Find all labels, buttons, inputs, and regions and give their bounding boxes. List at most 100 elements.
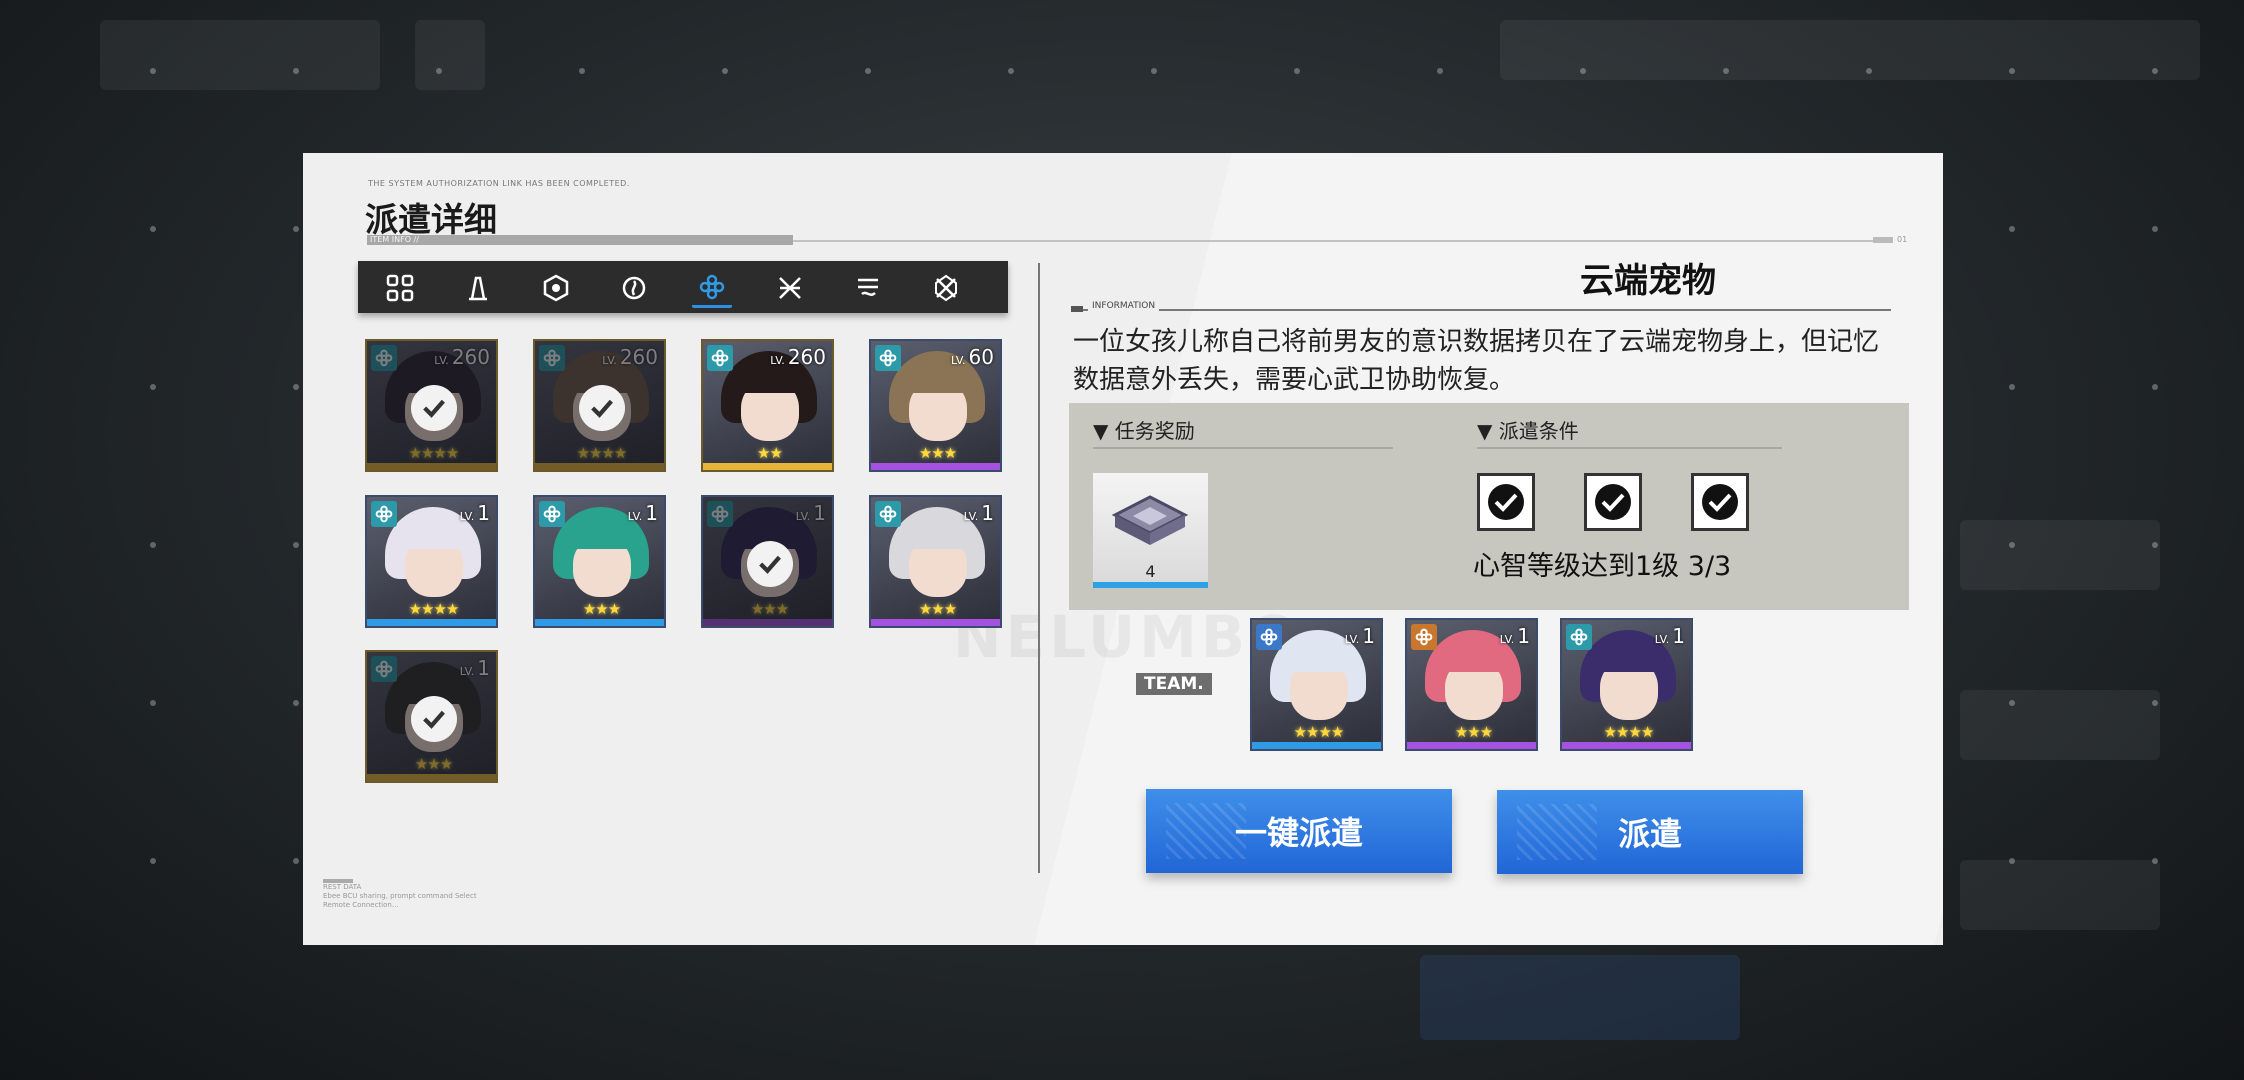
level-label: LV.1	[1500, 624, 1530, 648]
condition-header: ▼ 派遣条件	[1477, 419, 1579, 443]
background-dot	[293, 700, 299, 706]
rarity-bar	[871, 619, 1000, 626]
level-label: LV.1	[964, 501, 994, 525]
dispatched-check-icon	[747, 541, 793, 587]
roster-character-card[interactable]: LV.260★★★★	[365, 339, 498, 472]
filter-class-1[interactable]	[458, 268, 498, 308]
roster-character-card[interactable]: LV.1★★★	[869, 495, 1002, 628]
grid-icon	[386, 274, 414, 302]
rarity-stars: ★★	[757, 444, 783, 462]
roster-character-card[interactable]: LV.260★★★★	[533, 339, 666, 472]
level-value: 1	[1362, 624, 1375, 648]
class-icon	[1566, 624, 1592, 650]
reward-item[interactable]: 4	[1093, 473, 1208, 588]
background-dot	[293, 542, 299, 548]
rarity-stars: ★★★★	[1603, 723, 1655, 741]
rarity-bar	[703, 463, 832, 470]
background-dot	[1866, 68, 1872, 74]
level-prefix: LV.	[627, 510, 643, 523]
roster-character-card[interactable]: LV.1★★★	[365, 650, 498, 783]
dispatched-check-icon	[579, 385, 625, 431]
level-value: 1	[477, 501, 490, 525]
quick-dispatch-label: 一键派遣	[1234, 815, 1363, 851]
filter-all[interactable]	[380, 268, 420, 308]
filter-class-5[interactable]	[770, 268, 810, 308]
filter-class-7[interactable]	[926, 268, 966, 308]
portrait-fringe	[397, 527, 469, 549]
subtitle: ITEM INFO //	[370, 235, 419, 244]
subtitle-bar: ITEM INFO //	[367, 235, 793, 245]
portrait-fringe	[565, 527, 637, 549]
portrait-fringe	[733, 371, 805, 393]
reward-condition-box: ▼ 任务奖励 4 ▼ 派遣条件 心智等级达到1级 3/3	[1069, 403, 1909, 610]
rarity-stars: ★★★★	[1293, 723, 1345, 741]
rarity-bar	[535, 619, 664, 626]
background-dot	[579, 68, 585, 74]
rarity-bar	[367, 619, 496, 626]
filter-class-3[interactable]	[614, 268, 654, 308]
reward-header: ▼ 任务奖励	[1093, 419, 1195, 443]
rarity-stars: ★★★	[918, 444, 957, 462]
roster-character-card[interactable]: LV. 60 ★★★	[869, 339, 1002, 472]
background-dot	[2152, 542, 2158, 548]
team-member-card[interactable]: LV. 1 ★★★	[1405, 618, 1538, 751]
class-icon	[875, 345, 901, 371]
background-dot	[2152, 700, 2158, 706]
condition-text: 心智等级达到1级 3/3	[1473, 551, 1732, 582]
background-dot	[150, 68, 156, 74]
background-dot	[1151, 68, 1157, 74]
background-dot	[2009, 858, 2015, 864]
class-icon	[539, 501, 565, 527]
dispatched-check-icon	[411, 385, 457, 431]
roster-character-card[interactable]: LV.1★★★	[701, 495, 834, 628]
roster-character-card[interactable]: LV.1★★★	[533, 495, 666, 628]
background-dot	[293, 68, 299, 74]
dispatch-button[interactable]: 派遣	[1497, 790, 1803, 874]
rarity-bar	[871, 463, 1000, 470]
level-value: 1	[1517, 624, 1530, 648]
background-dot	[1294, 68, 1300, 74]
background-dot	[1437, 68, 1443, 74]
level-prefix: LV.	[951, 354, 966, 367]
roster-character-card[interactable]: LV. 1 ★★★★	[365, 495, 498, 628]
bg-hud-block	[415, 20, 485, 90]
background-dot	[150, 384, 156, 390]
bg-hud-block	[1960, 520, 2160, 590]
filter-class-6[interactable]	[848, 268, 888, 308]
roster-character-card[interactable]: LV. 260 ★★	[701, 339, 834, 472]
filter-class-4[interactable]	[692, 268, 732, 308]
team-member-card[interactable]: LV. 1 ★★★★	[1250, 618, 1383, 751]
footer-line-2: Remote Connection...	[323, 901, 399, 909]
info-label: INFORMATION	[1088, 301, 1160, 311]
background-dot	[1008, 68, 1014, 74]
condition-check-2	[1584, 473, 1642, 531]
portrait-fringe	[901, 527, 973, 549]
column-divider	[1038, 263, 1040, 873]
background-dot	[2009, 226, 2015, 232]
level-label: LV. 60	[951, 345, 994, 369]
mission-description: 一位女孩儿称自己将前男友的意识数据拷贝在了云端宠物身上，但记忆数据意外丢失，需要…	[1073, 327, 1880, 395]
background-dot	[293, 384, 299, 390]
dispatch-label: 派遣	[1617, 816, 1682, 852]
filter-class-2[interactable]	[536, 268, 576, 308]
background-dot	[2152, 226, 2158, 232]
tower-icon	[469, 276, 487, 301]
header-divider-cap	[1873, 237, 1893, 243]
background-dot	[293, 226, 299, 232]
background-dot	[865, 68, 871, 74]
rarity-bar	[1407, 742, 1536, 749]
level-label: LV.1	[628, 501, 658, 525]
level-label: LV.260	[770, 345, 826, 369]
cross-blades-icon	[779, 277, 801, 299]
quick-dispatch-button[interactable]: 一键派遣	[1146, 789, 1452, 873]
class-icon	[1411, 624, 1437, 650]
team-member-card[interactable]: LV. 1 ★★★★	[1560, 618, 1693, 751]
header-divider-mark: 01	[1897, 235, 1908, 244]
level-label: LV.1	[1655, 624, 1685, 648]
background-dot	[2152, 68, 2158, 74]
level-value: 1	[645, 501, 658, 525]
background-dot	[150, 700, 156, 706]
rarity-bar	[1562, 742, 1691, 749]
team-tag: TEAM.	[1136, 673, 1212, 695]
footer-line-1: Ebee BCU sharing, prompt command Select	[323, 892, 477, 900]
